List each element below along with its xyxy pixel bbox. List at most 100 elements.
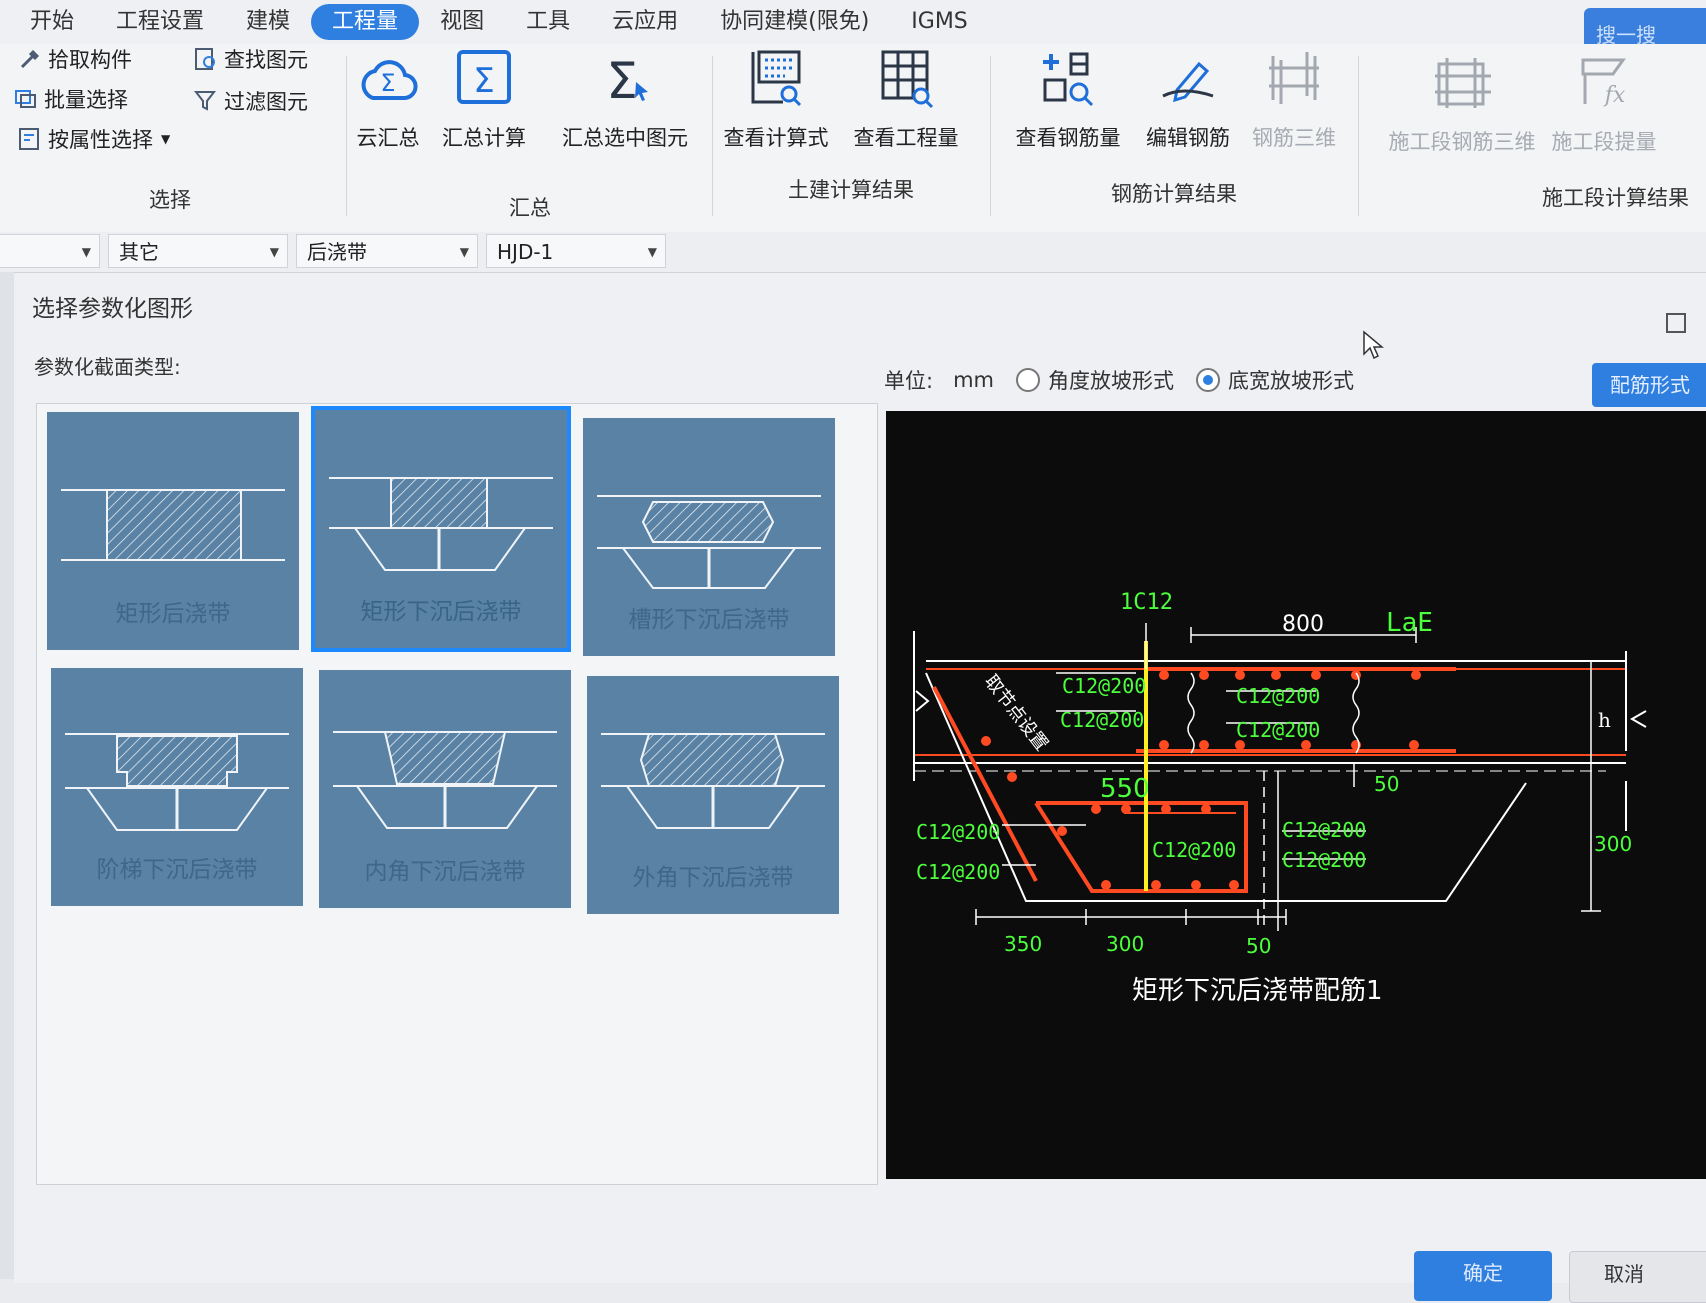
filter-element-button[interactable]: 过滤图元 [194, 86, 308, 116]
sigma-cursor-icon: Σ [606, 52, 648, 110]
menu-start[interactable]: 开始 [0, 4, 95, 40]
type-combo-value: 后浇带 [307, 240, 367, 264]
component-combo[interactable]: HJD-1 ▼ [486, 234, 666, 268]
pick-component-button[interactable]: 拾取构件 [18, 44, 132, 74]
cloud-sigma-icon: Σ [361, 60, 418, 101]
parametric-shape-dialog: 选择参数化图形 参数化截面类型: 单位: mm 角度放坡形式 底宽放坡形式 配筋… [14, 272, 1706, 1303]
stage-extract-label: 施工段提量 [1551, 130, 1657, 154]
group-rebar-title: 钢筋计算结果 [1111, 182, 1237, 206]
rebar-style-button[interactable]: 配筋形式 [1592, 363, 1706, 407]
menu-igms[interactable]: IGMS [890, 4, 988, 40]
attribute-select-icon [19, 128, 39, 150]
category-combo[interactable]: 其它 ▼ [108, 234, 288, 268]
cancel-button[interactable]: 取消 [1569, 1251, 1706, 1303]
ribbon-separator [990, 56, 991, 216]
radio-width-slope[interactable] [1196, 368, 1220, 392]
section-type-label: 参数化截面类型: [34, 355, 181, 379]
stage-rebar-3d-button[interactable]: 施工段钢筋三维 [1382, 50, 1542, 156]
group-rebar-results: 查看钢筋量 编辑钢筋 钢筋三维 钢筋计算结果 [994, 44, 1354, 232]
maximize-icon[interactable] [1666, 313, 1686, 333]
edit-pen-icon [1162, 61, 1214, 103]
cloud-summary-label: 云汇总 [356, 126, 420, 150]
dropdown-arrow-icon: ▼ [269, 245, 279, 259]
edit-rebar-label: 编辑钢筋 [1146, 126, 1230, 150]
view-formula-label: 查看计算式 [723, 126, 829, 150]
radio-angle-label[interactable]: 角度放坡形式 [1048, 365, 1174, 395]
label-rebar-right-2: C12@200 [1282, 848, 1366, 872]
group-select: 拾取构件 批量选择 按属性选择 ▼ 查找图元 过滤图元 选择 [0, 44, 340, 232]
shape-tile-rect[interactable]: 矩形后浇带 [47, 412, 299, 650]
summary-selected-label: 汇总选中图元 [562, 126, 688, 150]
ribbon-separator [1358, 56, 1359, 216]
type-combo[interactable]: 后浇带 ▼ [296, 234, 478, 268]
view-quantity-button[interactable]: 查看工程量 [846, 46, 966, 152]
view-formula-button[interactable]: 查看计算式 [716, 46, 836, 152]
shape-tile-trough-sunken[interactable]: 槽形下沉后浇带 [583, 418, 835, 656]
unit-label: 单位: [884, 369, 934, 393]
radio-angle-slope[interactable] [1016, 368, 1040, 392]
label-50: 50 [1246, 934, 1271, 958]
floor-combo[interactable]: ▼ [0, 234, 100, 268]
property-bar: ▼ 其它 ▼ 后浇带 ▼ HJD-1 ▼ [0, 232, 1706, 272]
rebar-preview-panel: 1C12 800 LaE 取节点设置 C12@200 C12@200 C12@2… [886, 411, 1706, 1179]
unit-row: 单位: mm 角度放坡形式 底宽放坡形式 [884, 365, 1354, 395]
ok-button[interactable]: 确定 [1414, 1251, 1552, 1301]
select-by-attribute-button[interactable]: 按属性选择 ▼ [18, 124, 170, 154]
label-rebar-top-l1: C12@200 [1062, 674, 1146, 698]
stage-rebar-icon [1435, 58, 1491, 108]
menu-cloud[interactable]: 云应用 [591, 4, 699, 40]
shape-gallery: 矩形后浇带 矩形下沉后浇带 槽形下沉后浇带 阶梯下沉后浇带 内角下沉后浇带 外角… [36, 403, 878, 1185]
select-by-attribute-label: 按属性选择 [48, 128, 153, 152]
view-rebar-button[interactable]: 查看钢筋量 [1008, 46, 1128, 152]
stage-rebar-3d-label: 施工段钢筋三维 [1388, 130, 1536, 154]
label-rebar-top-r1: C12@200 [1236, 684, 1320, 708]
menu-project-settings[interactable]: 工程设置 [95, 4, 225, 40]
group-stage-title: 施工段计算结果 [1542, 186, 1689, 210]
shape-label: 内角下沉后浇带 [364, 859, 526, 885]
menu-tools[interactable]: 工具 [505, 4, 591, 40]
summary-calc-button[interactable]: Σ 汇总计算 [424, 46, 544, 152]
menu-modeling[interactable]: 建模 [225, 4, 311, 40]
shape-tile-inner-corner-sunken[interactable]: 内角下沉后浇带 [319, 670, 571, 908]
label-1c12: 1C12 [1120, 590, 1173, 615]
shape-label: 矩形下沉后浇带 [360, 599, 522, 625]
label-rebar-top-r2: C12@200 [1236, 718, 1320, 742]
view-rebar-label: 查看钢筋量 [1015, 126, 1121, 150]
filter-icon [194, 91, 217, 111]
shape-label: 阶梯下沉后浇带 [96, 857, 258, 883]
menu-quantity[interactable]: 工程量 [311, 4, 420, 40]
ribbon: 拾取构件 批量选择 按属性选择 ▼ 查找图元 过滤图元 选择 Σ 云汇总 Σ 汇… [0, 44, 1706, 233]
find-element-label: 查找图元 [224, 48, 308, 72]
shape-label: 矩形后浇带 [115, 601, 231, 627]
dropdown-arrow-icon: ▼ [161, 132, 171, 146]
unit-value: mm [953, 368, 994, 392]
dropdown-arrow-icon: ▼ [81, 245, 91, 259]
menu-view[interactable]: 视图 [419, 4, 505, 40]
rebar-3d-label: 钢筋三维 [1252, 126, 1336, 150]
radio-width-label[interactable]: 底宽放坡形式 [1228, 365, 1354, 395]
summary-selected-button[interactable]: Σ 汇总选中图元 [550, 46, 700, 152]
rebar-3d-icon [1269, 52, 1319, 104]
stage-extract-button[interactable]: fx 施工段提量 [1544, 50, 1664, 156]
quantity-grid-icon [881, 50, 934, 109]
svg-text:fx: fx [1603, 83, 1626, 108]
svg-text:Σ: Σ [473, 61, 494, 101]
pick-component-label: 拾取构件 [48, 48, 132, 72]
dropdown-arrow-icon: ▼ [459, 245, 469, 259]
rebar-3d-button[interactable]: 钢筋三维 [1234, 46, 1354, 152]
find-element-button[interactable]: 查找图元 [194, 44, 308, 74]
edit-rebar-button[interactable]: 编辑钢筋 [1128, 46, 1248, 152]
shape-tile-outer-corner-sunken[interactable]: 外角下沉后浇带 [587, 676, 839, 914]
pick-icon [20, 49, 40, 69]
formula-search-icon [751, 50, 802, 107]
label-rebar-left-1: C12@200 [916, 820, 1000, 844]
ribbon-separator [712, 56, 713, 216]
label-350: 350 [1004, 932, 1042, 956]
group-stage-results: 施工段钢筋三维 fx 施工段提量 施工段计算结果 [1362, 44, 1706, 232]
category-combo-value: 其它 [119, 240, 159, 264]
menu-collab[interactable]: 协同建模(限免) [699, 4, 890, 40]
shape-tile-step-sunken[interactable]: 阶梯下沉后浇带 [51, 668, 303, 906]
batch-select-button[interactable]: 批量选择 [14, 84, 128, 114]
shape-tile-rect-sunken[interactable]: 矩形下沉后浇带 [311, 406, 571, 652]
label-node-setting: 取节点设置 [980, 671, 1052, 755]
